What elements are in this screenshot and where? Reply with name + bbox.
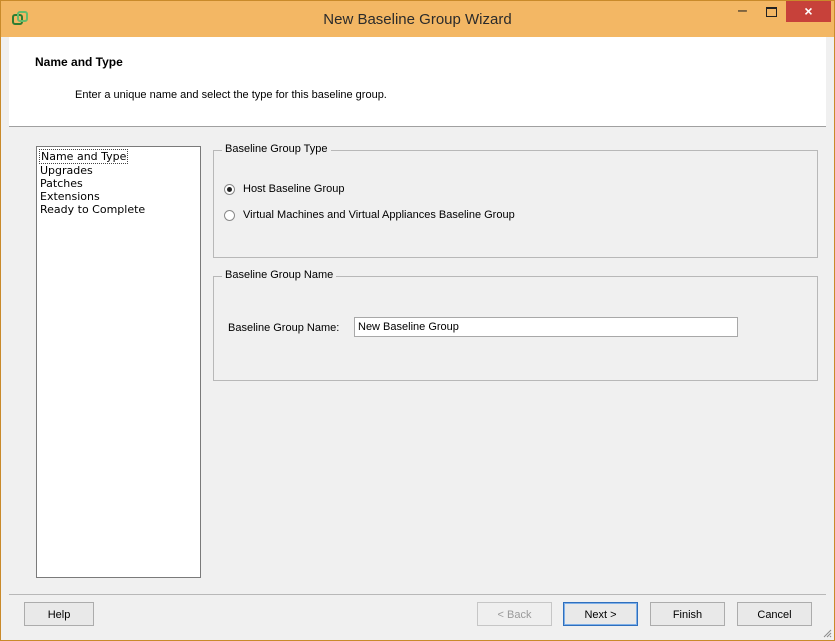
vm-baseline-group-label: Virtual Machines and Virtual Appliances … <box>243 209 515 221</box>
window-title: New Baseline Group Wizard <box>323 11 512 28</box>
button-bar: Help < Back Next > Finish Cancel <box>9 594 826 635</box>
baseline-group-type-legend: Baseline Group Type <box>222 143 331 155</box>
maximize-button[interactable] <box>757 2 786 22</box>
help-button[interactable]: Help <box>24 602 94 626</box>
baseline-group-type-section: Baseline Group Type Host Baseline Group … <box>213 143 818 258</box>
wizard-header: Name and Type Enter a unique name and se… <box>9 37 826 126</box>
maximize-icon <box>766 7 777 17</box>
step-name-and-type[interactable]: Name and Type <box>39 149 129 164</box>
resize-grip-icon[interactable] <box>822 628 832 638</box>
close-button[interactable]: × <box>786 1 831 22</box>
step-patches[interactable]: Patches <box>39 177 198 190</box>
host-baseline-group-option[interactable]: Host Baseline Group <box>224 183 345 195</box>
wizard-body: Name and Type Upgrades Patches Extension… <box>9 126 826 635</box>
back-button[interactable]: < Back <box>477 602 552 626</box>
baseline-group-name-input[interactable] <box>354 317 738 337</box>
page-description: Enter a unique name and select the type … <box>75 89 387 101</box>
minimize-button[interactable]: – <box>728 2 757 22</box>
next-button[interactable]: Next > <box>563 602 638 626</box>
host-baseline-group-label: Host Baseline Group <box>243 183 345 195</box>
step-list: Name and Type Upgrades Patches Extension… <box>36 146 201 578</box>
vm-baseline-group-option[interactable]: Virtual Machines and Virtual Appliances … <box>224 209 515 221</box>
title-bar[interactable]: New Baseline Group Wizard – × <box>1 1 834 37</box>
baseline-group-name-legend: Baseline Group Name <box>222 269 337 281</box>
step-extensions[interactable]: Extensions <box>39 190 198 203</box>
baseline-group-name-label: Baseline Group Name: <box>228 322 340 334</box>
baseline-group-name-section: Baseline Group Name Baseline Group Name: <box>213 269 818 381</box>
host-baseline-group-radio[interactable] <box>224 183 235 195</box>
cancel-button[interactable]: Cancel <box>737 602 812 626</box>
finish-button[interactable]: Finish <box>650 602 725 626</box>
step-upgrades[interactable]: Upgrades <box>39 164 198 177</box>
wizard-window: New Baseline Group Wizard – × Name and T… <box>0 0 835 641</box>
step-ready-to-complete[interactable]: Ready to Complete <box>39 203 198 216</box>
vm-baseline-group-radio[interactable] <box>224 209 235 221</box>
page-title: Name and Type <box>35 55 123 69</box>
